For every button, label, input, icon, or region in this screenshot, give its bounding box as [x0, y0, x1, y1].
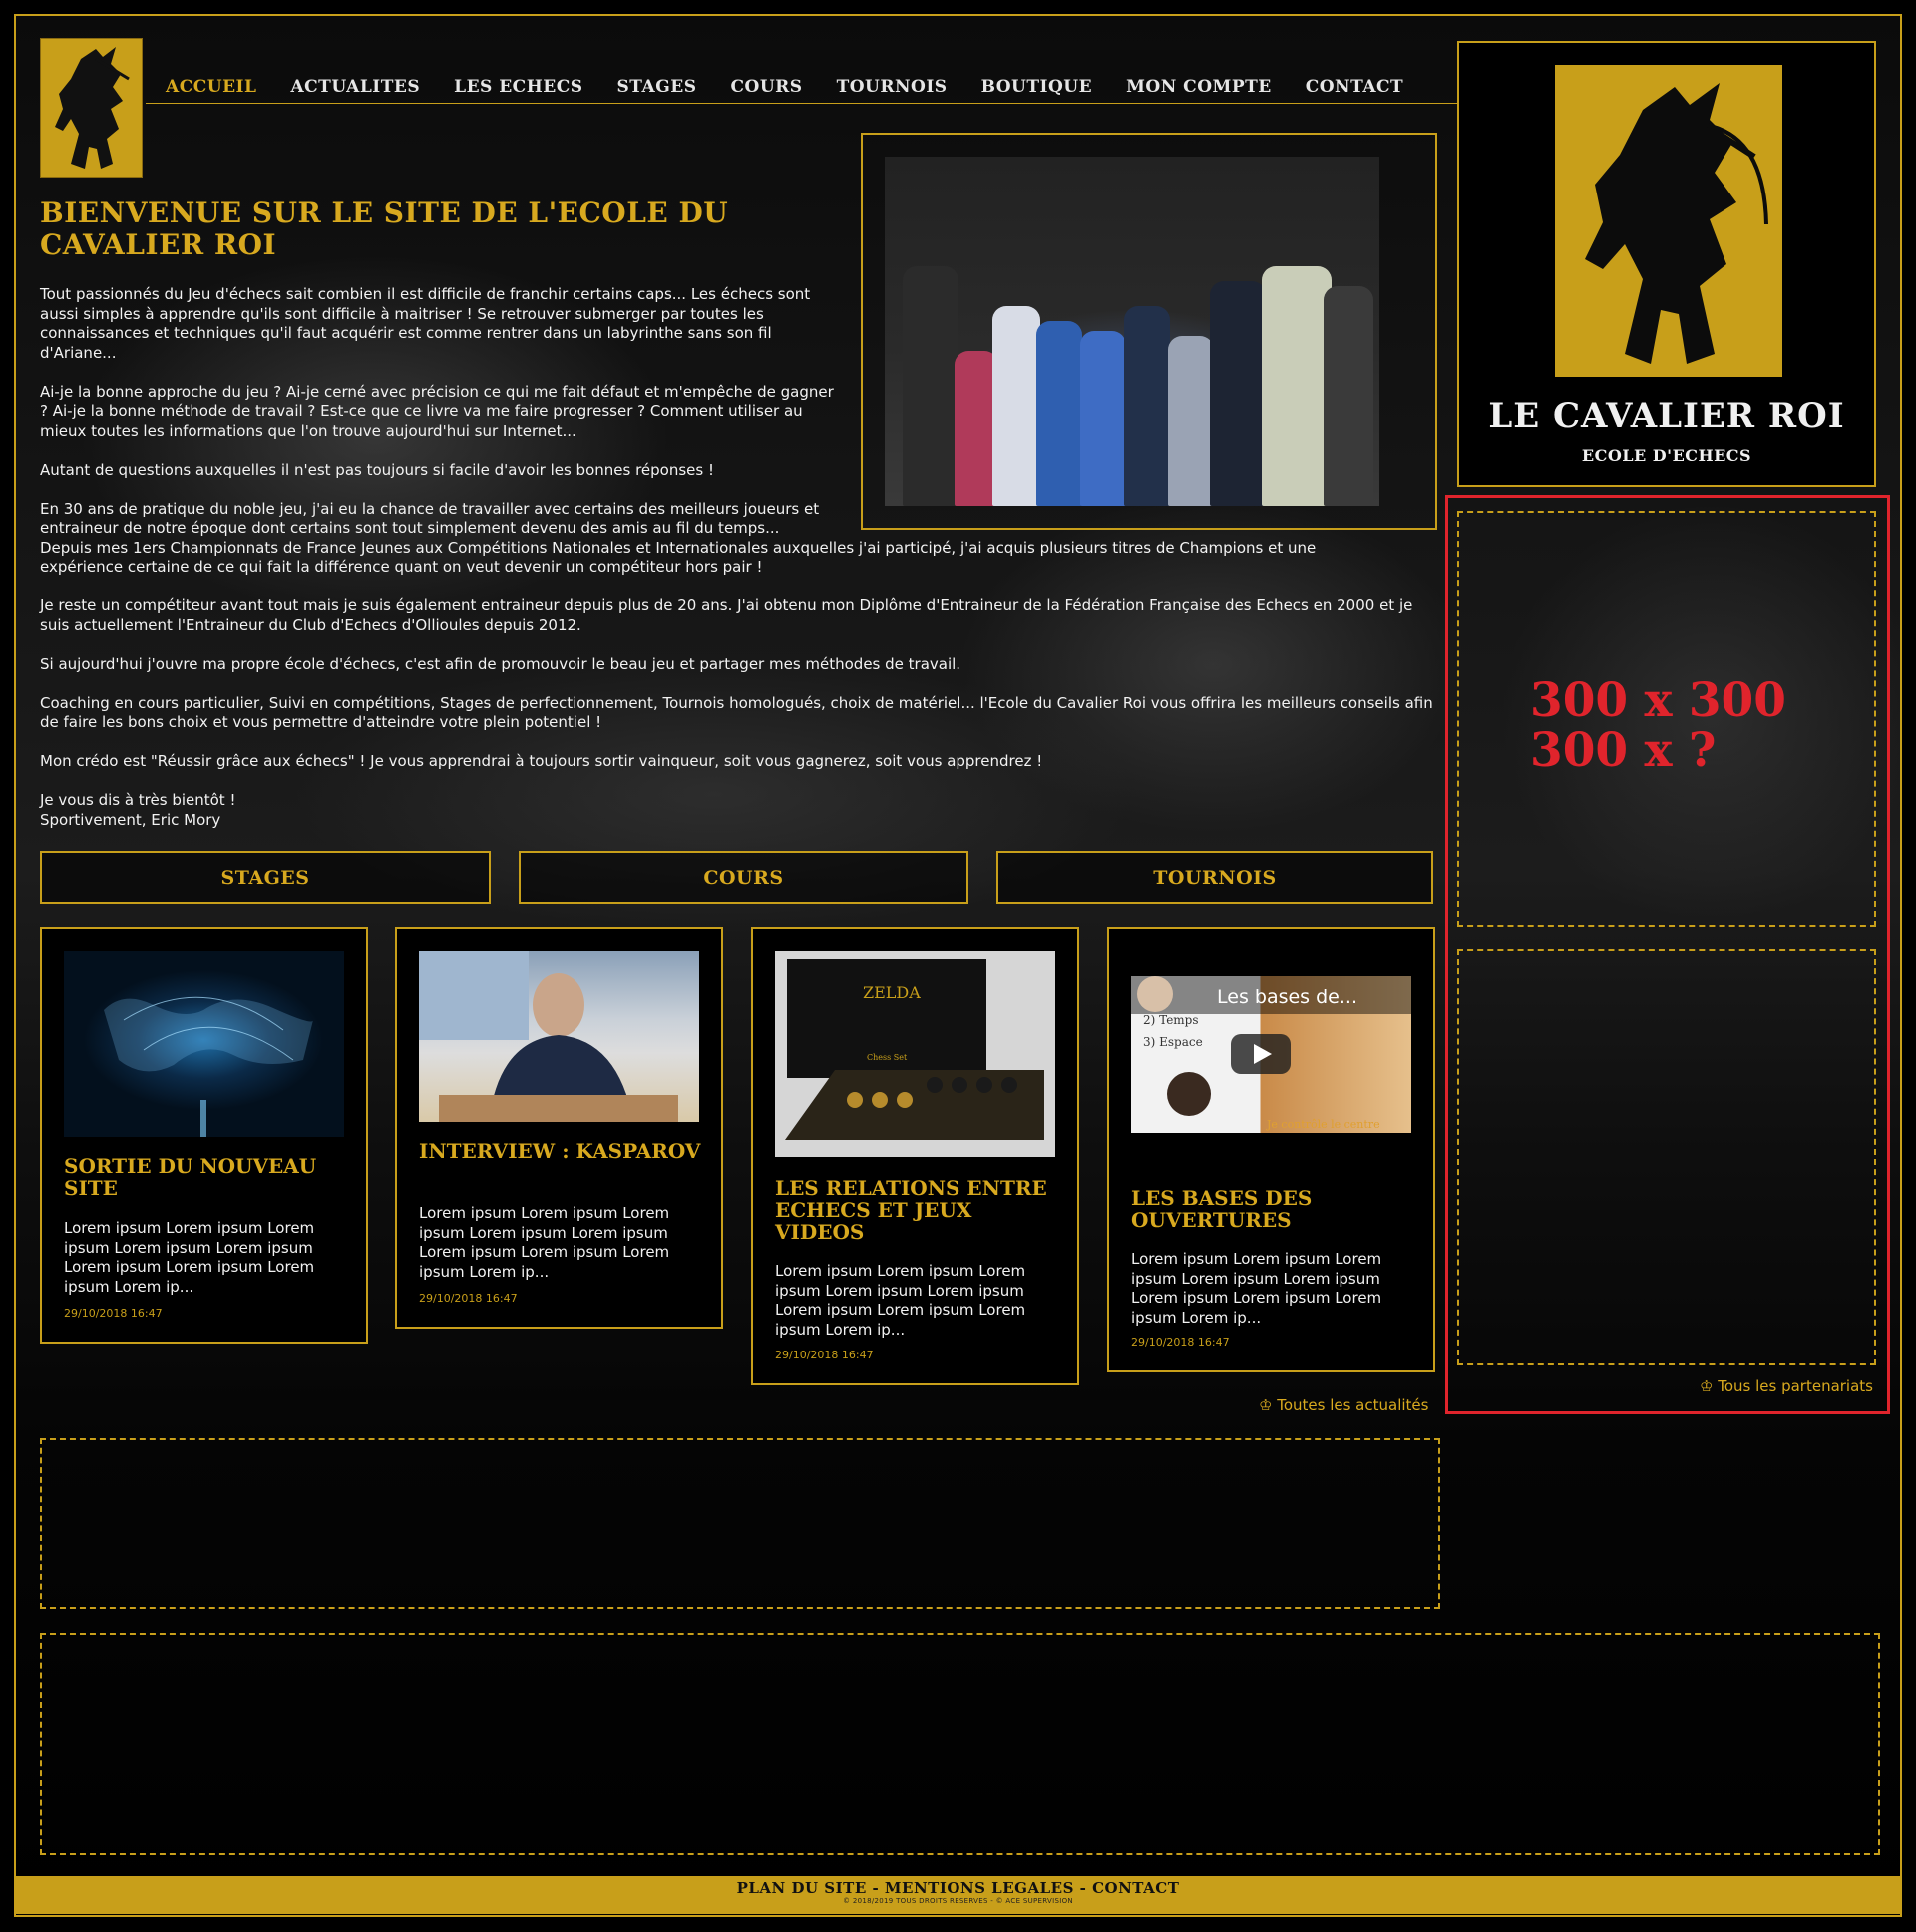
- brand-subtitle: ECOLE D'ECHECS: [1581, 446, 1752, 465]
- all-news-link[interactable]: ♔ Toutes les actualités: [1259, 1396, 1428, 1414]
- intro-paragraph: Je reste un compétiteur avant tout mais …: [40, 596, 1413, 634]
- annotation-highlight-box: [1445, 495, 1890, 1414]
- intro-paragraph: Autant de questions auxquelles il n'est …: [40, 460, 714, 479]
- intro-text: Tout passionnés du Jeu d'échecs sait com…: [40, 285, 1436, 850]
- news-excerpt: Lorem ipsum Lorem ipsum Lorem ipsum Lore…: [419, 1204, 670, 1281]
- knight-emblem-icon: [55, 47, 130, 169]
- news-title[interactable]: INTERVIEW : KASPAROV: [419, 1140, 703, 1162]
- intro-paragraph: En 30 ans de pratique du noble jeu, j'ai…: [40, 499, 820, 538]
- video-caption: Je contrôle le centre: [1266, 1118, 1380, 1131]
- video-list-item: 2) Temps: [1143, 1013, 1199, 1027]
- news-title[interactable]: LES RELATIONS ENTRE ECHECS ET JEUX VIDEO…: [775, 1177, 1059, 1243]
- ad-size-annotation: 300 x 300 300 x ?: [1530, 676, 1786, 776]
- news-excerpt: Lorem ipsum Lorem ipsum Lorem ipsum Lore…: [775, 1262, 1026, 1339]
- intro-paragraph: Ai-je la bonne approche du jeu ? Ai-je c…: [40, 382, 834, 440]
- knight-emblem-icon: [1585, 83, 1768, 364]
- news-date: 29/10/2018 16:47: [775, 1349, 874, 1361]
- intro-paragraph: Tout passionnés du Jeu d'échecs sait com…: [40, 285, 811, 362]
- news-card[interactable]: Les bases de... 2) Temps 3) Espace Je co…: [1107, 927, 1435, 1372]
- video-title: Les bases de...: [1217, 986, 1357, 1008]
- nav-item-les-echecs[interactable]: LES ECHECS: [454, 77, 582, 97]
- nav-item-actualites[interactable]: ACTUALITES: [290, 77, 420, 97]
- tournois-button[interactable]: TOURNOIS: [996, 851, 1433, 904]
- main-nav: ACCUEIL ACTUALITES LES ECHECS STAGES COU…: [146, 70, 1458, 104]
- footer-links: PLAN DU SITE - MENTIONS LEGALES - CONTAC…: [16, 1876, 1900, 1897]
- cours-button[interactable]: COURS: [519, 851, 968, 904]
- news-excerpt: Lorem ipsum Lorem ipsum Lorem ipsum Lore…: [1131, 1250, 1382, 1327]
- news-thumbnail-kasparov: [419, 951, 699, 1122]
- nav-item-cours[interactable]: COURS: [730, 77, 802, 97]
- news-date: 29/10/2018 16:47: [419, 1292, 518, 1305]
- brand-block[interactable]: LE CAVALIER ROI ECOLE D'ECHECS: [1457, 41, 1876, 487]
- news-card[interactable]: SORTIE DU NOUVEAU SITE Lorem ipsum Lorem…: [40, 927, 368, 1344]
- footer-copyright: © 2018/2019 TOUS DROITS RESERVES - © ACE…: [843, 1897, 1073, 1905]
- footer: PLAN DU SITE - MENTIONS LEGALES - CONTAC…: [16, 1876, 1900, 1914]
- intro-paragraph: Mon crédo est "Réussir grâce aux échecs"…: [40, 752, 1043, 770]
- nav-item-boutique[interactable]: BOUTIQUE: [981, 77, 1093, 97]
- news-date: 29/10/2018 16:47: [64, 1307, 163, 1320]
- footer-legal-link[interactable]: MENTIONS LEGALES: [885, 1879, 1074, 1897]
- brand-title: LE CAVALIER ROI: [1488, 396, 1845, 436]
- welcome-title: BIENVENUE SUR LE SITE DE L'ECOLE DU CAVA…: [40, 196, 729, 261]
- intro-paragraph: Si aujourd'hui j'ouvre ma propre école d…: [40, 654, 961, 673]
- news-excerpt: Lorem ipsum Lorem ipsum Lorem ipsum Lore…: [64, 1219, 315, 1296]
- intro-paragraph: Coaching en cours particulier, Suivi en …: [40, 693, 1433, 732]
- nav-item-accueil[interactable]: ACCUEIL: [166, 77, 256, 97]
- nav-item-contact[interactable]: CONTACT: [1306, 77, 1403, 97]
- footer-separator: -: [1073, 1879, 1093, 1897]
- news-thumbnail-zelda-chess: ZELDA Chess Set: [775, 951, 1055, 1157]
- video-list-item: 3) Espace: [1143, 1035, 1203, 1049]
- channel-avatar: [1137, 976, 1173, 1012]
- news-thumbnail-video[interactable]: Les bases de... 2) Temps 3) Espace Je co…: [1131, 976, 1411, 1133]
- nav-item-tournois[interactable]: TOURNOIS: [837, 77, 948, 97]
- banner-slot[interactable]: [40, 1438, 1440, 1609]
- intro-signature: Sportivement, Eric Mory: [40, 810, 221, 829]
- news-card[interactable]: INTERVIEW : KASPAROV Lorem ipsum Lorem i…: [395, 927, 723, 1329]
- ad-size-line: 300 x 300: [1530, 673, 1786, 728]
- header-logo[interactable]: [40, 38, 143, 178]
- intro-paragraph: Depuis mes 1ers Championnats de France J…: [40, 538, 1317, 577]
- news-thumbnail-world-map: [64, 951, 344, 1137]
- news-date: 29/10/2018 16:47: [1131, 1336, 1230, 1349]
- zelda-caption-text: Chess Set: [867, 1053, 908, 1062]
- brand-emblem: [1555, 65, 1782, 377]
- zelda-brand-text: ZELDA: [863, 983, 921, 1002]
- intro-paragraph: Je vous dis à très bientôt !: [40, 791, 236, 809]
- news-card[interactable]: ZELDA Chess Set LES RELATIONS ENTRE ECHE…: [751, 927, 1079, 1385]
- nav-item-mon-compte[interactable]: MON COMPTE: [1126, 77, 1272, 97]
- news-title[interactable]: SORTIE DU NOUVEAU SITE: [64, 1155, 348, 1199]
- nav-item-stages[interactable]: STAGES: [617, 77, 697, 97]
- stages-button[interactable]: STAGES: [40, 851, 491, 904]
- ad-size-line: 300 x ?: [1530, 723, 1717, 778]
- news-title[interactable]: LES BASES DES OUVERTURES: [1131, 1187, 1415, 1231]
- footer-separator: -: [866, 1879, 885, 1897]
- footer-contact-link[interactable]: CONTACT: [1092, 1879, 1179, 1897]
- footer-plan-link[interactable]: PLAN DU SITE: [737, 1879, 867, 1897]
- banner-slot[interactable]: [40, 1633, 1880, 1855]
